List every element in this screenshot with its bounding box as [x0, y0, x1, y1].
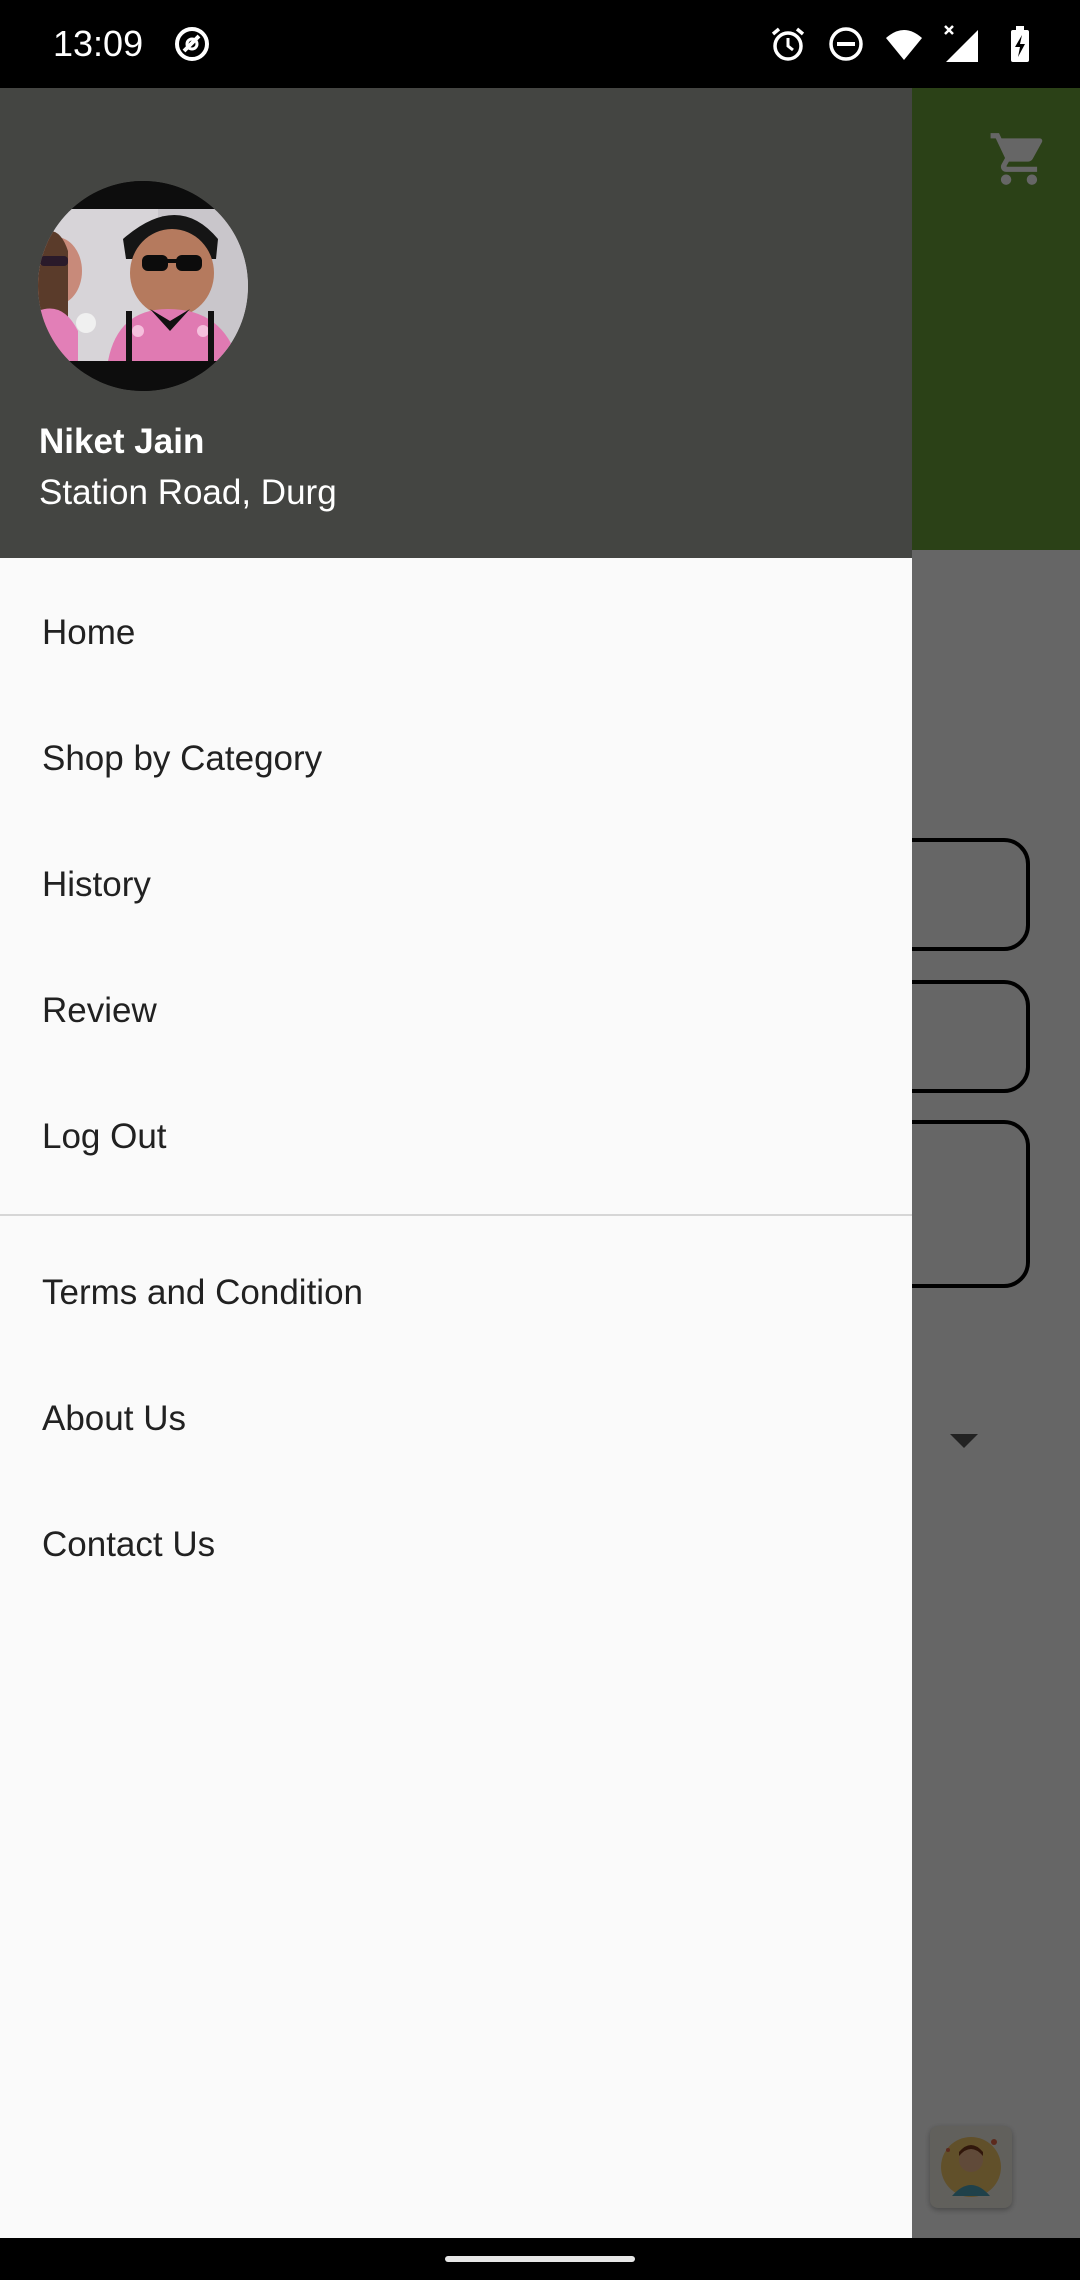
menu-item-terms-and-condition[interactable]: Terms and Condition	[0, 1230, 912, 1356]
menu-item-home[interactable]: Home	[0, 570, 912, 696]
system-navigation-bar	[0, 2238, 1080, 2280]
user-name: Niket Jain	[39, 422, 205, 461]
home-gesture-handle[interactable]	[445, 2256, 635, 2262]
battery-charging-icon	[1011, 26, 1029, 62]
menu-item-about-us[interactable]: About Us	[0, 1356, 912, 1482]
data-saver-icon	[175, 27, 209, 61]
menu-divider	[0, 1214, 912, 1216]
menu-group-secondary: Terms and Condition About Us Contact Us	[0, 1230, 912, 1608]
menu-item-shop-by-category[interactable]: Shop by Category	[0, 696, 912, 822]
drawer-menu: Home Shop by Category History Review Log…	[0, 558, 912, 1608]
navigation-drawer: Niket Jain Station Road, Durg Home Shop …	[0, 88, 912, 2238]
menu-item-contact-us[interactable]: Contact Us	[0, 1482, 912, 1608]
wifi-icon	[886, 30, 922, 60]
alarm-icon	[771, 27, 805, 61]
menu-item-history[interactable]: History	[0, 822, 912, 948]
menu-group-primary: Home Shop by Category History Review Log…	[0, 558, 912, 1200]
no-signal-icon	[944, 25, 978, 62]
do-not-disturb-icon	[829, 27, 863, 61]
user-location: Station Road, Durg	[39, 473, 337, 512]
drawer-header: Niket Jain Station Road, Durg	[0, 88, 912, 558]
profile-avatar[interactable]	[38, 181, 248, 391]
status-time: 13:09	[53, 23, 144, 64]
menu-item-review[interactable]: Review	[0, 948, 912, 1074]
status-bar: 13:09	[0, 0, 1080, 88]
menu-item-log-out[interactable]: Log Out	[0, 1074, 912, 1200]
